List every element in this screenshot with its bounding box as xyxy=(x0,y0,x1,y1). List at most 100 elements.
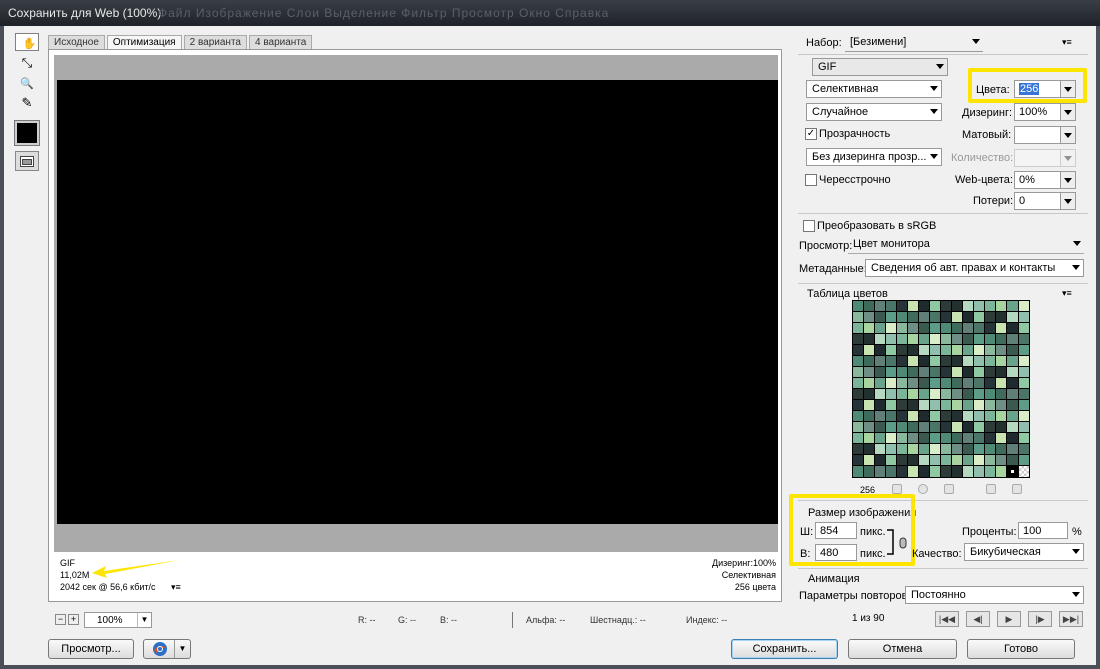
color-swatch[interactable] xyxy=(875,334,885,344)
color-swatch[interactable] xyxy=(974,400,984,410)
color-swatch[interactable] xyxy=(853,378,863,388)
color-swatch[interactable] xyxy=(1007,334,1018,344)
color-swatch[interactable] xyxy=(974,323,984,333)
zoom-icon[interactable]: 🔍 xyxy=(15,73,39,93)
previous-frame-button[interactable]: ◀| xyxy=(966,611,990,627)
color-swatch[interactable] xyxy=(919,444,929,454)
color-swatch[interactable] xyxy=(941,400,951,410)
lossy-input[interactable]: 0 xyxy=(1014,192,1076,210)
color-swatch[interactable] xyxy=(952,444,962,454)
color-swatch[interactable] xyxy=(1019,466,1029,477)
color-swatch[interactable] xyxy=(930,356,940,366)
color-swatch[interactable] xyxy=(908,345,918,355)
play-button[interactable]: ▶ xyxy=(997,611,1021,627)
color-swatch[interactable] xyxy=(930,411,940,421)
hand-icon[interactable]: ✋ xyxy=(15,33,39,51)
slice-select-icon[interactable]: ⤡ xyxy=(15,53,39,73)
color-swatch[interactable] xyxy=(919,378,929,388)
color-swatch[interactable] xyxy=(974,312,984,322)
color-swatch[interactable] xyxy=(963,334,973,344)
color-swatch[interactable] xyxy=(985,455,995,465)
tab-4-up[interactable]: 4 варианта xyxy=(248,35,313,49)
color-swatch[interactable] xyxy=(941,389,951,399)
color-swatch[interactable] xyxy=(985,356,995,366)
color-swatch[interactable] xyxy=(853,400,863,410)
lock-color-icon[interactable] xyxy=(944,484,954,494)
color-swatch[interactable] xyxy=(930,422,940,432)
color-swatch[interactable] xyxy=(908,466,918,477)
color-swatch[interactable] xyxy=(919,466,929,477)
color-swatch[interactable] xyxy=(996,400,1006,410)
color-swatch[interactable] xyxy=(941,345,951,355)
first-frame-button[interactable]: |◀◀ xyxy=(935,611,959,627)
color-swatch[interactable] xyxy=(1007,378,1018,388)
color-swatch[interactable] xyxy=(1007,367,1018,377)
color-swatch[interactable] xyxy=(1019,356,1029,366)
tab-original[interactable]: Исходное xyxy=(48,35,105,49)
color-swatch[interactable] xyxy=(864,389,874,399)
color-swatch[interactable] xyxy=(897,444,907,454)
color-swatch[interactable] xyxy=(974,301,984,311)
convert-srgb-checkbox[interactable] xyxy=(803,220,815,232)
color-swatch[interactable] xyxy=(930,323,940,333)
color-swatch[interactable] xyxy=(897,334,907,344)
color-swatch[interactable] xyxy=(941,433,951,443)
color-swatch[interactable] xyxy=(886,356,896,366)
zoom-in-button[interactable]: + xyxy=(68,614,79,625)
color-swatch[interactable] xyxy=(974,345,984,355)
color-swatch[interactable] xyxy=(941,356,951,366)
zoom-level-select[interactable]: 100% ▼ xyxy=(84,612,152,628)
color-swatch[interactable] xyxy=(996,367,1006,377)
preview-button[interactable]: Просмотр... xyxy=(48,639,134,659)
color-swatch[interactable] xyxy=(996,422,1006,432)
color-swatch[interactable] xyxy=(875,455,885,465)
color-swatch[interactable] xyxy=(941,422,951,432)
color-swatch[interactable] xyxy=(919,455,929,465)
color-swatch[interactable] xyxy=(908,323,918,333)
color-swatch[interactable] xyxy=(963,301,973,311)
color-swatch[interactable] xyxy=(886,466,896,477)
color-swatch[interactable] xyxy=(941,378,951,388)
color-swatch[interactable] xyxy=(897,312,907,322)
color-swatch[interactable] xyxy=(963,400,973,410)
color-swatch[interactable] xyxy=(908,378,918,388)
color-swatch[interactable] xyxy=(919,422,929,432)
color-swatch[interactable] xyxy=(908,356,918,366)
color-swatch[interactable] xyxy=(941,367,951,377)
color-swatch[interactable] xyxy=(853,334,863,344)
color-swatch[interactable] xyxy=(919,433,929,443)
color-swatch[interactable] xyxy=(908,400,918,410)
reduction-select[interactable]: Селективная xyxy=(806,80,942,98)
color-swatch[interactable] xyxy=(908,444,918,454)
color-swatch[interactable] xyxy=(1019,334,1029,344)
color-swatch[interactable] xyxy=(886,411,896,421)
color-swatch[interactable] xyxy=(941,466,951,477)
download-menu-icon[interactable]: ▾≡ xyxy=(171,582,181,593)
color-swatch[interactable] xyxy=(897,301,907,311)
color-swatch[interactable] xyxy=(996,334,1006,344)
color-swatch[interactable] xyxy=(963,312,973,322)
color-swatch[interactable] xyxy=(1007,444,1018,454)
color-swatch[interactable] xyxy=(985,345,995,355)
color-swatch[interactable] xyxy=(853,422,863,432)
color-swatch[interactable] xyxy=(919,301,929,311)
color-swatch[interactable] xyxy=(963,444,973,454)
color-swatch[interactable] xyxy=(853,389,863,399)
color-swatch[interactable] xyxy=(1007,345,1018,355)
color-swatch[interactable] xyxy=(908,367,918,377)
color-swatch[interactable] xyxy=(985,389,995,399)
color-swatch[interactable] xyxy=(974,444,984,454)
browser-select[interactable]: ▼ xyxy=(143,639,191,659)
color-swatch[interactable] xyxy=(886,345,896,355)
color-swatch[interactable] xyxy=(996,389,1006,399)
color-swatch[interactable] xyxy=(864,345,874,355)
color-swatch[interactable] xyxy=(952,334,962,344)
color-swatch[interactable] xyxy=(853,411,863,421)
color-swatch[interactable] xyxy=(963,411,973,421)
dither-algorithm-select[interactable]: Случайное xyxy=(806,103,942,121)
color-swatch[interactable] xyxy=(908,422,918,432)
preview-image[interactable] xyxy=(57,80,778,524)
color-swatch[interactable] xyxy=(1007,312,1018,322)
color-swatch[interactable] xyxy=(886,312,896,322)
preset-select[interactable]: [Безимени] xyxy=(845,34,983,52)
